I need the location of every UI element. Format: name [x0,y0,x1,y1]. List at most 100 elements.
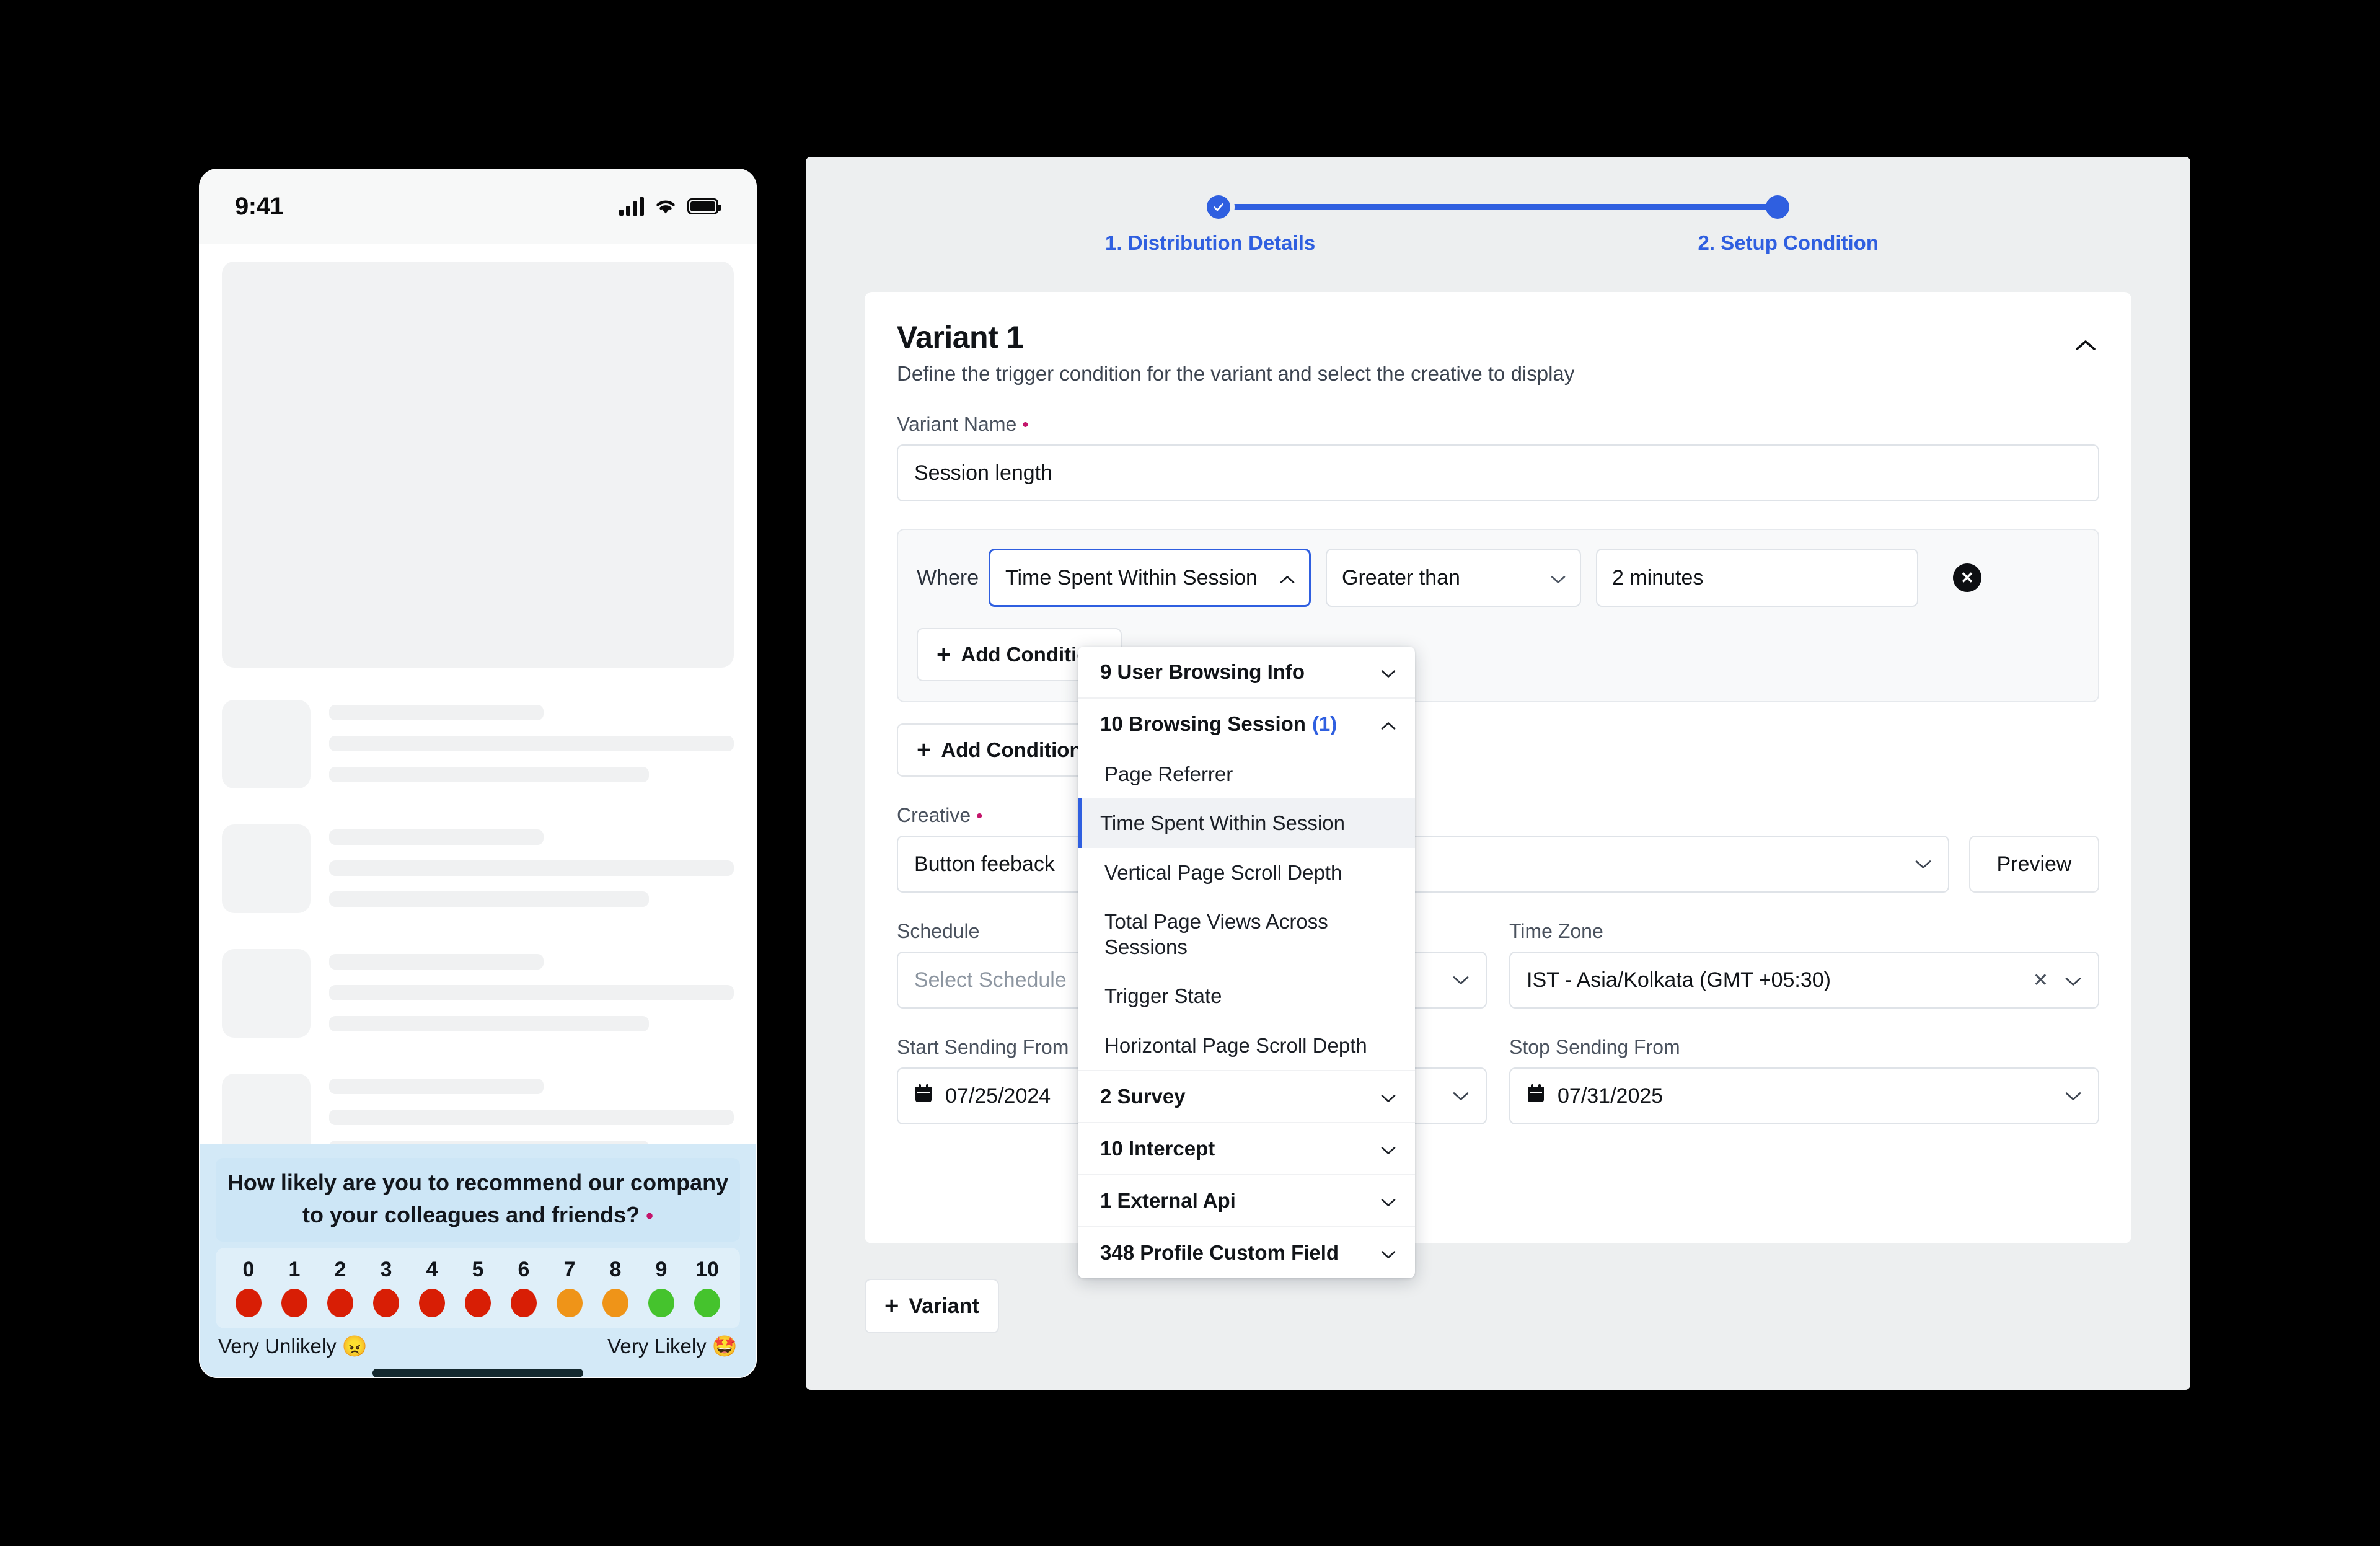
timezone-label: Time Zone [1509,920,2099,943]
dropdown-group-header[interactable]: 10 Intercept [1078,1122,1415,1174]
clear-icon[interactable]: ✕ [2033,970,2048,991]
chevron-down-icon [1550,566,1566,590]
nps-scale[interactable]: 0 1 2 3 4 5 6 7 8 9 10 [216,1248,740,1328]
battery-icon [687,198,718,214]
stepper-label-distribution-details[interactable]: 1. Distribution Details [1105,231,1315,255]
chevron-down-icon [2065,968,2082,992]
nps-dot[interactable] [226,1289,271,1317]
nps-number: 8 [593,1258,638,1282]
nps-number: 3 [363,1258,409,1282]
phone-status-bar: 9:41 [199,169,757,244]
variant-card: Variant 1 Define the trigger condition f… [865,292,2131,1243]
dropdown-group-label: 9 User Browsing Info [1100,660,1305,684]
creative-value: Button feeback [914,852,1055,877]
condition-attribute-select[interactable]: Time Spent Within Session [989,549,1311,607]
calendar-icon [914,1084,933,1109]
nps-question: How likely are you to recommend our comp… [216,1158,740,1242]
creative-field: Button feeback [897,836,1949,893]
stepper-node-distribution-details[interactable] [1207,195,1230,219]
nps-dot[interactable] [271,1289,317,1317]
nps-scale-dots[interactable] [226,1289,730,1317]
variant-subtitle: Define the trigger condition for the var… [897,362,2099,386]
nps-dot[interactable] [501,1289,547,1317]
calendar-icon [1527,1084,1545,1109]
condition-operator-select[interactable]: Greater than [1326,549,1581,607]
nps-dot[interactable] [593,1289,638,1317]
creative-label-text: Creative [897,804,971,826]
dropdown-group-label: 1 External Api [1100,1189,1236,1213]
dropdown-option[interactable]: Total Page Views Across Sessions [1078,897,1415,972]
skeleton-line [329,705,544,720]
stop-sending-label: Stop Sending From [1509,1036,2099,1059]
wifi-icon [654,198,677,215]
star-struck-emoji: 🤩 [712,1335,738,1358]
dropdown-group-label: 2 Survey [1100,1085,1186,1108]
condition-value-text: 2 minutes [1612,566,1703,590]
stop-sending-date-picker[interactable]: 07/31/2025 [1509,1067,2099,1124]
stop-sending-column: Stop Sending From 07/31/2025 [1509,1009,2099,1124]
nps-number: 9 [638,1258,684,1282]
dropdown-group-header[interactable]: 2 Survey [1078,1070,1415,1122]
variant-name-value: Session length [914,461,1052,485]
chevron-down-icon [2065,1091,2082,1102]
chevron-down-icon [1380,1241,1396,1265]
nps-scale-numbers: 0 1 2 3 4 5 6 7 8 9 10 [226,1258,730,1282]
cellular-signal-icon [619,197,644,216]
nps-number: 6 [501,1258,547,1282]
skeleton-list-item [222,824,734,913]
skeleton-line [329,767,649,782]
nps-survey-widget: How likely are you to recommend our comp… [200,1144,756,1377]
skeleton-hero-image [222,262,734,668]
variant-name-label-text: Variant Name [897,413,1016,435]
dropdown-group-header[interactable]: 1 External Api [1078,1174,1415,1226]
nps-legend-left-label: Very Unlikely [218,1335,337,1358]
required-marker: • [1022,415,1029,435]
add-condition-group-wrap: + Add Condition Group [897,723,2099,777]
where-label: Where [917,566,974,590]
dropdown-option[interactable]: Trigger State [1078,971,1415,1020]
nps-number: 2 [317,1258,363,1282]
nps-dot[interactable] [317,1289,363,1317]
dropdown-group-header[interactable]: 348 Profile Custom Field [1078,1226,1415,1278]
variant-collapse-button[interactable] [2068,328,2103,363]
stepper-progress-line [1219,204,1778,210]
preview-button[interactable]: Preview [1969,836,2099,893]
setup-condition-panel: 1. Distribution Details 2. Setup Conditi… [806,157,2190,1390]
start-sending-date-value: 07/25/2024 [945,1084,1051,1108]
stepper-node-setup-condition[interactable] [1766,195,1789,219]
nps-dot[interactable] [547,1289,593,1317]
nps-number: 1 [271,1258,317,1282]
skeleton-thumbnail [222,949,311,1038]
nps-dot[interactable] [363,1289,409,1317]
dropdown-option[interactable]: Horizontal Page Scroll Depth [1078,1021,1415,1070]
condition-attribute-dropdown[interactable]: 9 User Browsing Info 10 Browsing Session(… [1078,647,1415,1278]
variant-name-label: Variant Name • [897,413,2099,436]
dropdown-group-header[interactable]: 10 Browsing Session(1) [1078,697,1415,749]
nps-dot[interactable] [684,1289,730,1317]
skeleton-list-item [222,949,734,1038]
timezone-value: IST - Asia/Kolkata (GMT +05:30) [1527,968,1831,992]
stepper-label-setup-condition[interactable]: 2. Setup Condition [1698,231,1879,255]
nps-legend-right-label: Very Likely [607,1335,707,1358]
schedule-placeholder: Select Schedule [914,968,1067,992]
timezone-select[interactable]: IST - Asia/Kolkata (GMT +05:30) ✕ [1509,952,2099,1009]
dropdown-group-header[interactable]: 9 User Browsing Info [1078,647,1415,697]
condition-value-input[interactable]: 2 minutes [1596,549,1918,607]
nps-dot[interactable] [455,1289,501,1317]
creative-select[interactable]: Button feeback [897,836,1949,893]
condition-attribute-value: Time Spent Within Session [1005,566,1258,590]
nps-dot[interactable] [638,1289,684,1317]
home-indicator [372,1369,583,1377]
add-variant-button[interactable]: + Variant [865,1279,999,1333]
remove-condition-button[interactable]: ✕ [1953,563,1981,592]
chevron-down-icon [1452,1091,1470,1102]
condition-row: Where Time Spent Within Session Greater … [917,549,2079,607]
close-circle-icon: ✕ [1960,568,1974,588]
dropdown-option[interactable]: Page Referrer [1078,749,1415,798]
schedule-timezone-row: Schedule Select Schedule Time Zone IST -… [897,893,2099,1009]
variant-name-input[interactable]: Session length [897,444,2099,501]
dropdown-option[interactable]: Time Spent Within Session [1078,798,1415,847]
nps-legend-left: Very Unlikely 😠 [218,1335,368,1359]
nps-dot[interactable] [409,1289,455,1317]
dropdown-option[interactable]: Vertical Page Scroll Depth [1078,848,1415,897]
